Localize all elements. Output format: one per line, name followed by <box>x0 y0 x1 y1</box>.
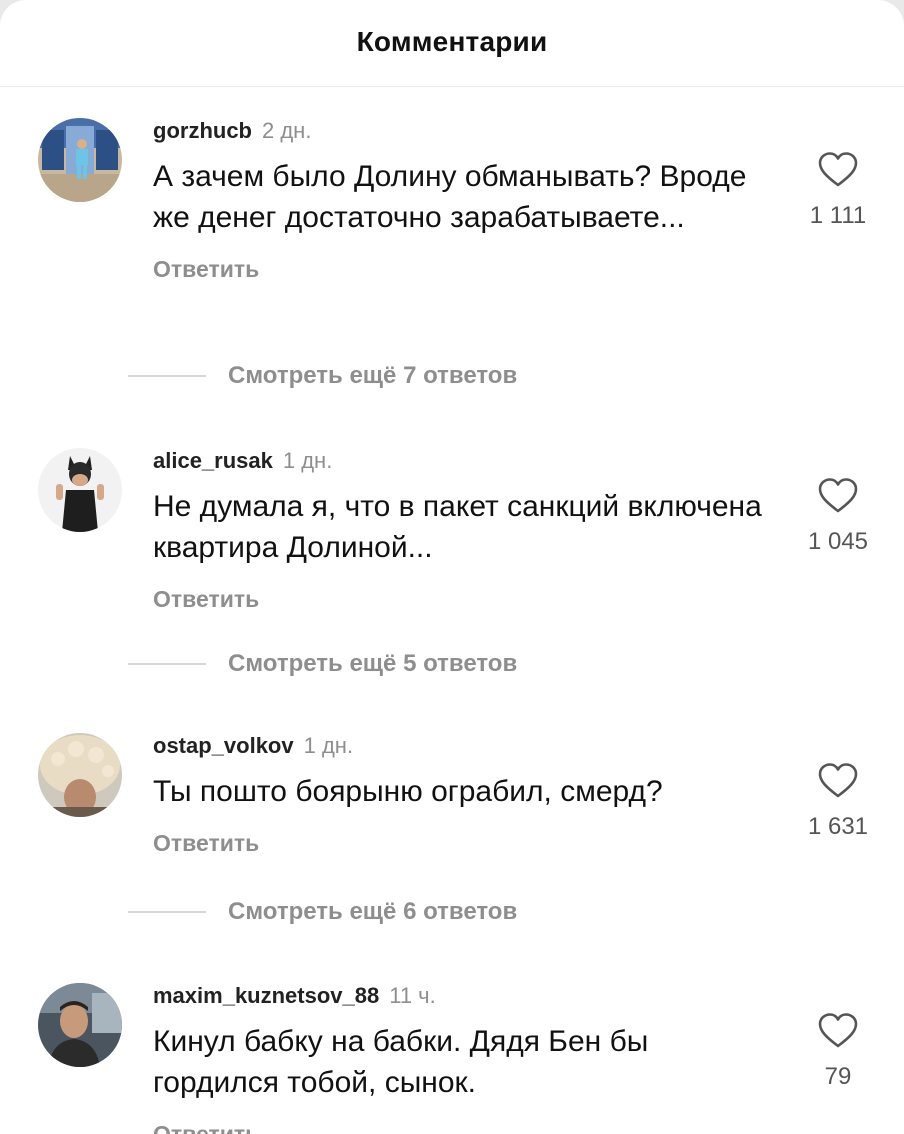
avatar[interactable] <box>38 118 122 202</box>
sheet-header: Комментарии <box>0 0 904 87</box>
comment-text: Кинул бабку на бабки. Дядя Бен бы гордил… <box>153 1025 649 1099</box>
avatar[interactable] <box>38 733 122 817</box>
view-more-replies[interactable]: Смотреть ещё 6 ответов <box>128 898 517 926</box>
comment-username[interactable]: alice_rusak <box>153 448 273 473</box>
comment-username[interactable]: ostap_volkov <box>153 733 294 758</box>
reply-button[interactable]: Ответить <box>153 1121 259 1134</box>
heart-outline-icon[interactable] <box>790 1013 886 1049</box>
reply-button[interactable]: Ответить <box>153 256 259 283</box>
heart-outline-icon[interactable] <box>790 152 886 188</box>
view-more-replies-label: Смотреть ещё 6 ответов <box>228 898 518 925</box>
heart-outline-icon[interactable] <box>790 763 886 799</box>
divider <box>128 911 206 913</box>
heart-outline-icon[interactable] <box>790 478 886 514</box>
view-more-replies[interactable]: Смотреть ещё 5 ответов <box>128 650 517 678</box>
like-count: 1 111 <box>809 202 867 229</box>
reply-button[interactable]: Ответить <box>153 830 259 857</box>
comments-sheet: Комментарии gorzhucb 2 дн. А зачем было Д… <box>0 0 904 1134</box>
avatar[interactable] <box>38 983 122 1067</box>
divider <box>128 663 206 665</box>
sheet-title: Комментарии <box>356 26 548 57</box>
comment-time: 1 дн. <box>303 733 354 758</box>
view-more-replies-label: Смотреть ещё 5 ответов <box>228 650 518 677</box>
divider <box>128 375 206 377</box>
comment-text: Не думала я, что в пакет санкций включен… <box>153 490 762 564</box>
comment-text: А зачем было Долину обманывать? Вроде же… <box>153 160 747 234</box>
avatar[interactable] <box>38 448 122 532</box>
view-more-replies-label: Смотреть ещё 7 ответов <box>228 362 518 389</box>
comment-username[interactable]: maxim_kuznetsov_88 <box>153 983 379 1008</box>
comment-time: 11 ч. <box>389 983 436 1008</box>
view-more-replies[interactable]: Смотреть ещё 7 ответов <box>128 362 517 390</box>
comment-text: Ты пошто боярыню ограбил, смерд? <box>153 775 663 808</box>
comment-time: 1 дн. <box>282 448 333 473</box>
reply-button[interactable]: Ответить <box>153 586 259 613</box>
like-count: 79 <box>824 1063 852 1090</box>
comment-username[interactable]: gorzhucb <box>153 118 252 143</box>
comment-time: 2 дн. <box>262 118 312 143</box>
like-count: 1 045 <box>807 528 869 555</box>
like-count: 1 631 <box>807 813 869 840</box>
